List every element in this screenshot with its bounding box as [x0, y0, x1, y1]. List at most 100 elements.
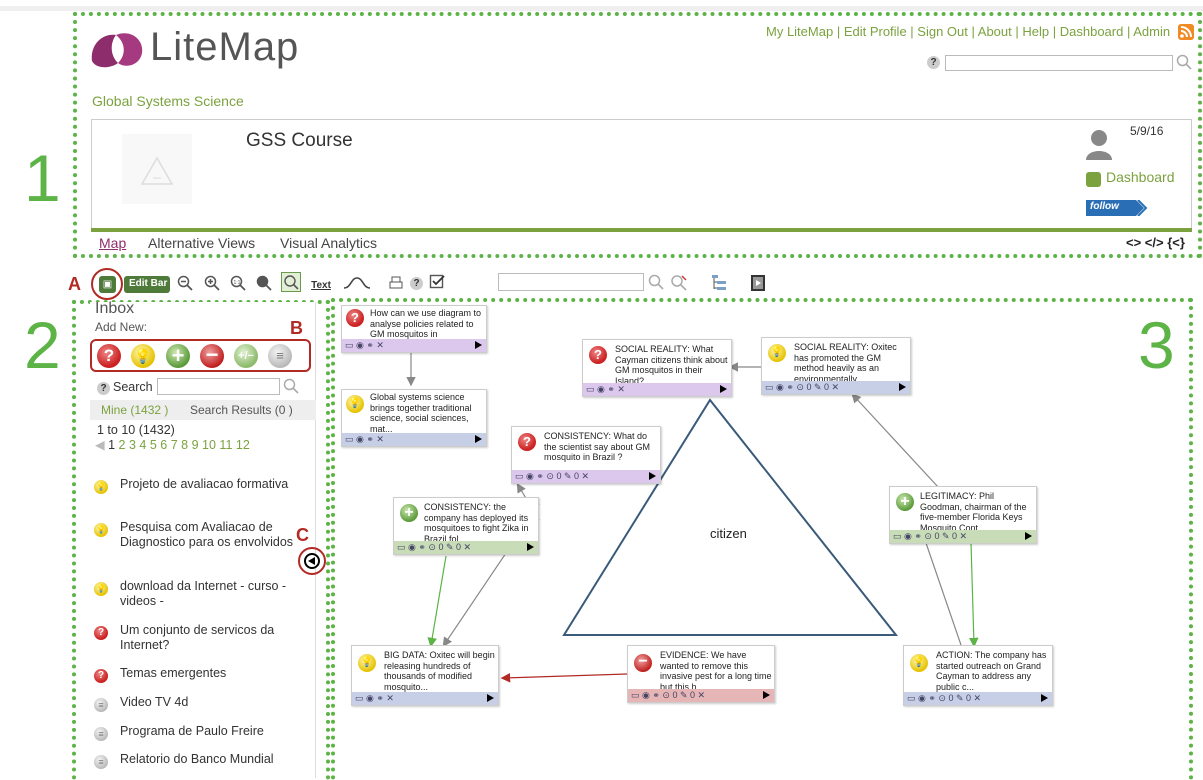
map-search-input[interactable] [498, 273, 644, 291]
zoom-actual-icon[interactable]: 1:1 [229, 275, 247, 294]
expand-icon[interactable] [720, 385, 727, 393]
link-about[interactable]: About [978, 24, 1012, 39]
add-question-button[interactable]: ? [97, 344, 121, 368]
clear-search-icon[interactable] [670, 274, 688, 295]
zoom-in-icon[interactable] [203, 275, 221, 294]
list-item-label: Video TV 4d [120, 695, 189, 709]
map-node-question[interactable]: ? CONSISTENCY: What do the scientist say… [511, 426, 661, 484]
page-5[interactable]: 5 [150, 438, 157, 452]
expand-icon[interactable] [527, 543, 534, 551]
tab-map[interactable]: Map [99, 235, 126, 251]
page-8[interactable]: 8 [181, 438, 188, 452]
node-bar-icons[interactable]: ▭ ◉ ⚭ ✕ [586, 383, 625, 396]
add-idea-button[interactable]: 💡 [131, 344, 155, 368]
link-dashboard[interactable]: Dashboard [1060, 24, 1124, 39]
node-bar-icons[interactable]: ▭ ◉ ⚭ ⊙ 0 ✎ 0 ✕ [765, 381, 839, 394]
follow-button[interactable]: follow [1086, 200, 1148, 216]
inbox-search-input[interactable] [157, 378, 280, 395]
map-node-idea[interactable]: 💡 SOCIAL REALITY: Oxitec has promoted th… [761, 337, 911, 395]
tree-layout-icon[interactable] [710, 274, 728, 295]
tab-alternative-views[interactable]: Alternative Views [148, 235, 255, 251]
node-bar: ▭ ◉ ⚭ ✕ [342, 339, 486, 352]
node-bar-icons[interactable]: ▭ ◉ ⚭ ✕ [345, 339, 384, 352]
map-node-question[interactable]: ? SOCIAL REALITY: What Cayman citizens t… [582, 339, 732, 397]
map-node-pro[interactable]: + CONSISTENCY: the company has deployed … [393, 497, 539, 555]
node-bar-icons[interactable]: ▭ ◉ ⚭ ⊙ 0 ✎ 0 ✕ [631, 689, 705, 702]
tab-mine[interactable]: Mine (1432 ) [101, 403, 168, 417]
map-thumbnail [122, 134, 192, 204]
expand-icon[interactable] [763, 691, 770, 699]
curved-links-icon[interactable] [342, 276, 372, 293]
page-9[interactable]: 9 [192, 438, 199, 452]
expand-icon[interactable] [899, 383, 906, 391]
dashboard-icon[interactable] [1086, 172, 1101, 187]
page-10[interactable]: 10 [202, 438, 216, 452]
tab-visual-analytics[interactable]: Visual Analytics [280, 235, 377, 251]
tab-search-results[interactable]: Search Results (0 ) [190, 403, 293, 417]
toolbar-help-icon[interactable]: ? [410, 277, 423, 290]
map-node-idea[interactable]: 💡 ACTION: The company has started outrea… [903, 645, 1053, 706]
node-bar-icons[interactable]: ▭ ◉ ⚭ ⊙ 0 ✎ 0 ✕ [893, 530, 967, 543]
video-icon[interactable] [749, 274, 767, 295]
map-node-question[interactable]: ? How can we use diagram to analyse poli… [341, 305, 487, 353]
node-bar: ▭ ◉ ⚭ ✕ [583, 383, 731, 396]
map-node-idea[interactable]: 💡 BIG DATA: Oxitec will begin releasing … [351, 645, 499, 706]
app-logo[interactable]: LiteMap [88, 25, 318, 71]
link-help[interactable]: Help [1022, 24, 1049, 39]
toggle-labels-icon[interactable] [281, 272, 301, 292]
map-search-icon[interactable] [648, 274, 664, 293]
link-my-litemap[interactable]: My LiteMap [766, 24, 833, 39]
expand-icon[interactable] [1025, 532, 1032, 540]
embed-icons[interactable]: <> </> {<} [1126, 235, 1185, 250]
page-6[interactable]: 6 [160, 438, 167, 452]
idea-icon: 💡 [94, 582, 108, 596]
page-2[interactable]: 2 [119, 438, 126, 452]
search-icon[interactable] [1176, 54, 1192, 70]
add-pro-button[interactable]: + [166, 344, 190, 368]
add-reference-button[interactable]: ≡ [268, 344, 292, 368]
group-name[interactable]: Global Systems Science [92, 93, 244, 109]
node-bar-icons[interactable]: ▭ ◉ ⚭ ✕ [345, 433, 384, 446]
expand-icon[interactable] [487, 694, 494, 702]
node-bar-icons[interactable]: ▭ ◉ ⚭ ⊙ 0 ✎ 0 ✕ [515, 470, 589, 483]
rss-icon[interactable] [1178, 24, 1194, 40]
link-admin[interactable]: Admin [1133, 24, 1170, 39]
node-bar-icons[interactable]: ▭ ◉ ⚭ ⊙ 0 ✎ 0 ✕ [397, 541, 471, 554]
text-toggle[interactable]: Text [310, 275, 332, 291]
logo-text: LiteMap [150, 25, 300, 69]
print-icon[interactable] [388, 275, 404, 294]
page-12[interactable]: 12 [236, 438, 250, 452]
pagination-prev-icon[interactable]: ◀ [95, 438, 108, 452]
expand-icon[interactable] [475, 435, 482, 443]
dashboard-link[interactable]: Dashboard [1106, 169, 1175, 185]
map-node-con[interactable]: − EVIDENCE: We have wanted to remove thi… [627, 645, 775, 703]
page-3[interactable]: 3 [129, 438, 136, 452]
zoom-fit-icon[interactable] [255, 275, 273, 294]
user-avatar-icon[interactable] [1084, 128, 1114, 160]
inbox-search-icon[interactable] [283, 378, 299, 394]
page-1[interactable]: 1 [108, 438, 115, 452]
link-sign-out[interactable]: Sign Out [917, 24, 968, 39]
page-4[interactable]: 4 [139, 438, 146, 452]
checkbox-icon[interactable] [428, 274, 446, 293]
node-bar-icons[interactable]: ▭ ◉ ⚭ ✕ [355, 692, 394, 705]
add-procon-button[interactable]: +/− [234, 344, 258, 368]
link-edit-profile[interactable]: Edit Profile [844, 24, 907, 39]
expand-icon[interactable] [475, 341, 482, 349]
map-info-box: GSS Course 5/9/16 Dashboard follow [91, 119, 1192, 229]
inbox-help-icon[interactable]: ? [97, 382, 110, 395]
node-bar-icons[interactable]: ▭ ◉ ⚭ ⊙ 0 ✎ 0 ✕ [907, 692, 981, 705]
map-node-pro[interactable]: + LEGITIMACY: Phil Goodman, chairman of … [889, 486, 1037, 544]
add-con-button[interactable]: − [200, 344, 224, 368]
help-icon[interactable]: ? [927, 56, 940, 69]
expand-icon[interactable] [649, 472, 656, 480]
edit-bar-button[interactable]: Edit Bar [124, 276, 170, 293]
collapse-sidebar-button[interactable] [298, 547, 326, 575]
map-node-idea[interactable]: 💡 Global systems science brings together… [341, 389, 487, 447]
zoom-out-icon[interactable] [176, 275, 194, 294]
toggle-sidebar-button[interactable]: ▣ [99, 276, 116, 293]
page-11[interactable]: 11 [219, 438, 232, 452]
page-7[interactable]: 7 [171, 438, 178, 452]
expand-icon[interactable] [1041, 694, 1048, 702]
header-search-input[interactable] [945, 55, 1173, 71]
